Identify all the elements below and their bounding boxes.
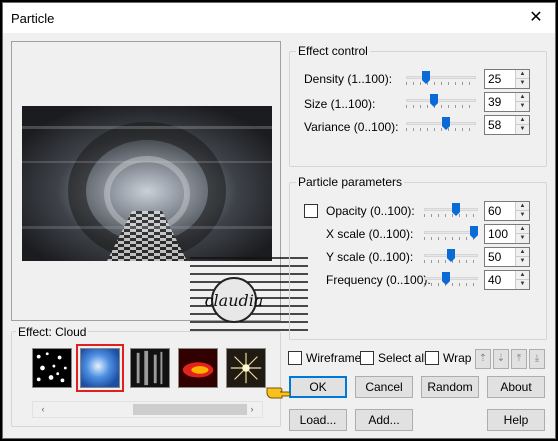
window-title: Particle [11,11,55,26]
wrap-label[interactable]: Wrap [443,351,471,365]
y-scale-slider[interactable] [424,249,478,263]
opacity-spinner[interactable]: 60 ▲ ▼ [484,201,530,221]
size-value[interactable]: 39 [488,95,501,109]
y-scale-value[interactable]: 50 [488,250,501,264]
scroll-left-icon[interactable]: ‹ [35,402,51,417]
particle-dialog: Particle ✕ claudia Effect: Cloud ‹ › Eff… [2,2,556,439]
ok-button[interactable]: OK [289,376,347,398]
title-bar: Particle ✕ [3,3,555,33]
frequency-slider[interactable] [424,272,478,286]
variance-label: Variance (0..100): [304,120,399,134]
effect-thumb-fire[interactable] [178,348,218,388]
x-scale-value[interactable]: 100 [488,227,508,241]
watermark-text: claudia [205,291,264,310]
size-label: Size (1..100): [304,97,376,111]
density-label: Density (1..100): [304,72,393,86]
spin-down-icon[interactable]: ▼ [515,234,529,243]
frequency-label: Frequency (0..100): [326,273,431,287]
density-slider[interactable] [406,71,476,85]
select-all-checkbox[interactable] [360,351,374,365]
density-spinner[interactable]: 25 ▲ ▼ [484,69,530,89]
variance-value[interactable]: 58 [488,118,501,132]
load-button[interactable]: Load... [289,409,347,431]
scroll-right-icon[interactable]: › [244,402,260,417]
close-icon[interactable]: ✕ [527,9,545,27]
opacity-label: Opacity (0..100): [326,204,415,218]
spin-down-icon[interactable]: ▼ [515,280,529,289]
size-slider[interactable] [406,94,476,108]
wireframe-checkbox[interactable] [288,351,302,365]
effect-control-label: Effect control [296,44,370,58]
cancel-button[interactable]: Cancel [355,376,413,398]
y-scale-label: Y scale (0..100): [326,250,414,264]
random-button[interactable]: Random [421,376,479,398]
spin-up-icon[interactable]: ▲ [515,225,529,234]
effect-thumb-stars[interactable] [32,348,72,388]
effect-thumb-cloud[interactable] [76,344,124,392]
density-value[interactable]: 25 [488,72,501,86]
effect-thumb-smoke[interactable] [130,348,170,388]
wireframe-label[interactable]: Wireframe [306,351,361,365]
spin-down-icon[interactable]: ▼ [515,102,529,111]
x-scale-spinner[interactable]: 100 ▲ ▼ [484,224,530,244]
particle-parameters-group: Particle parameters Opacity (0..100): 60… [289,175,547,340]
move-down-icon[interactable]: ⇣ [493,349,509,369]
effect-thumb-glow[interactable] [226,348,266,388]
select-all-label[interactable]: Select all [378,351,427,365]
x-scale-slider[interactable] [424,226,478,240]
spin-up-icon[interactable]: ▲ [515,116,529,125]
preview-panel: claudia [11,41,308,331]
variance-spinner[interactable]: 58 ▲ ▼ [484,115,530,135]
add-button[interactable]: Add... [355,409,413,431]
spin-up-icon[interactable]: ▲ [515,248,529,257]
size-spinner[interactable]: 39 ▲ ▼ [484,92,530,112]
effect-group-label: Effect: Cloud [16,325,89,339]
preview-image [22,106,272,261]
variance-slider[interactable] [406,117,476,131]
move-top-icon[interactable]: ⤒ [511,349,527,369]
effect-group: Effect: Cloud ‹ › [11,325,281,427]
move-bottom-icon[interactable]: ⤓ [529,349,545,369]
about-button[interactable]: About [487,376,545,398]
move-up-icon[interactable]: ⇡ [475,349,491,369]
x-scale-label: X scale (0..100): [326,227,414,241]
spin-up-icon[interactable]: ▲ [515,271,529,280]
spin-down-icon[interactable]: ▼ [515,211,529,220]
pointing-hand-icon [266,387,291,399]
spin-up-icon[interactable]: ▲ [515,93,529,102]
spin-down-icon[interactable]: ▼ [515,125,529,134]
frequency-spinner[interactable]: 40 ▲ ▼ [484,270,530,290]
spin-down-icon[interactable]: ▼ [515,257,529,266]
effect-thumbnails [32,344,272,392]
spin-up-icon[interactable]: ▲ [515,70,529,79]
opacity-checkbox[interactable] [304,204,318,218]
wrap-checkbox[interactable] [425,351,439,365]
opacity-slider[interactable] [424,203,478,217]
spin-down-icon[interactable]: ▼ [515,79,529,88]
help-button[interactable]: Help [487,409,545,431]
particle-parameters-label: Particle parameters [296,175,405,189]
frequency-value[interactable]: 40 [488,273,501,287]
y-scale-spinner[interactable]: 50 ▲ ▼ [484,247,530,267]
effect-control-group: Effect control Density (1..100): 25 ▲ ▼ Si… [289,44,547,167]
opacity-value[interactable]: 60 [488,204,501,218]
scrollbar-thumb[interactable] [133,404,247,415]
effect-scrollbar[interactable]: ‹ › [32,401,263,418]
spin-up-icon[interactable]: ▲ [515,202,529,211]
